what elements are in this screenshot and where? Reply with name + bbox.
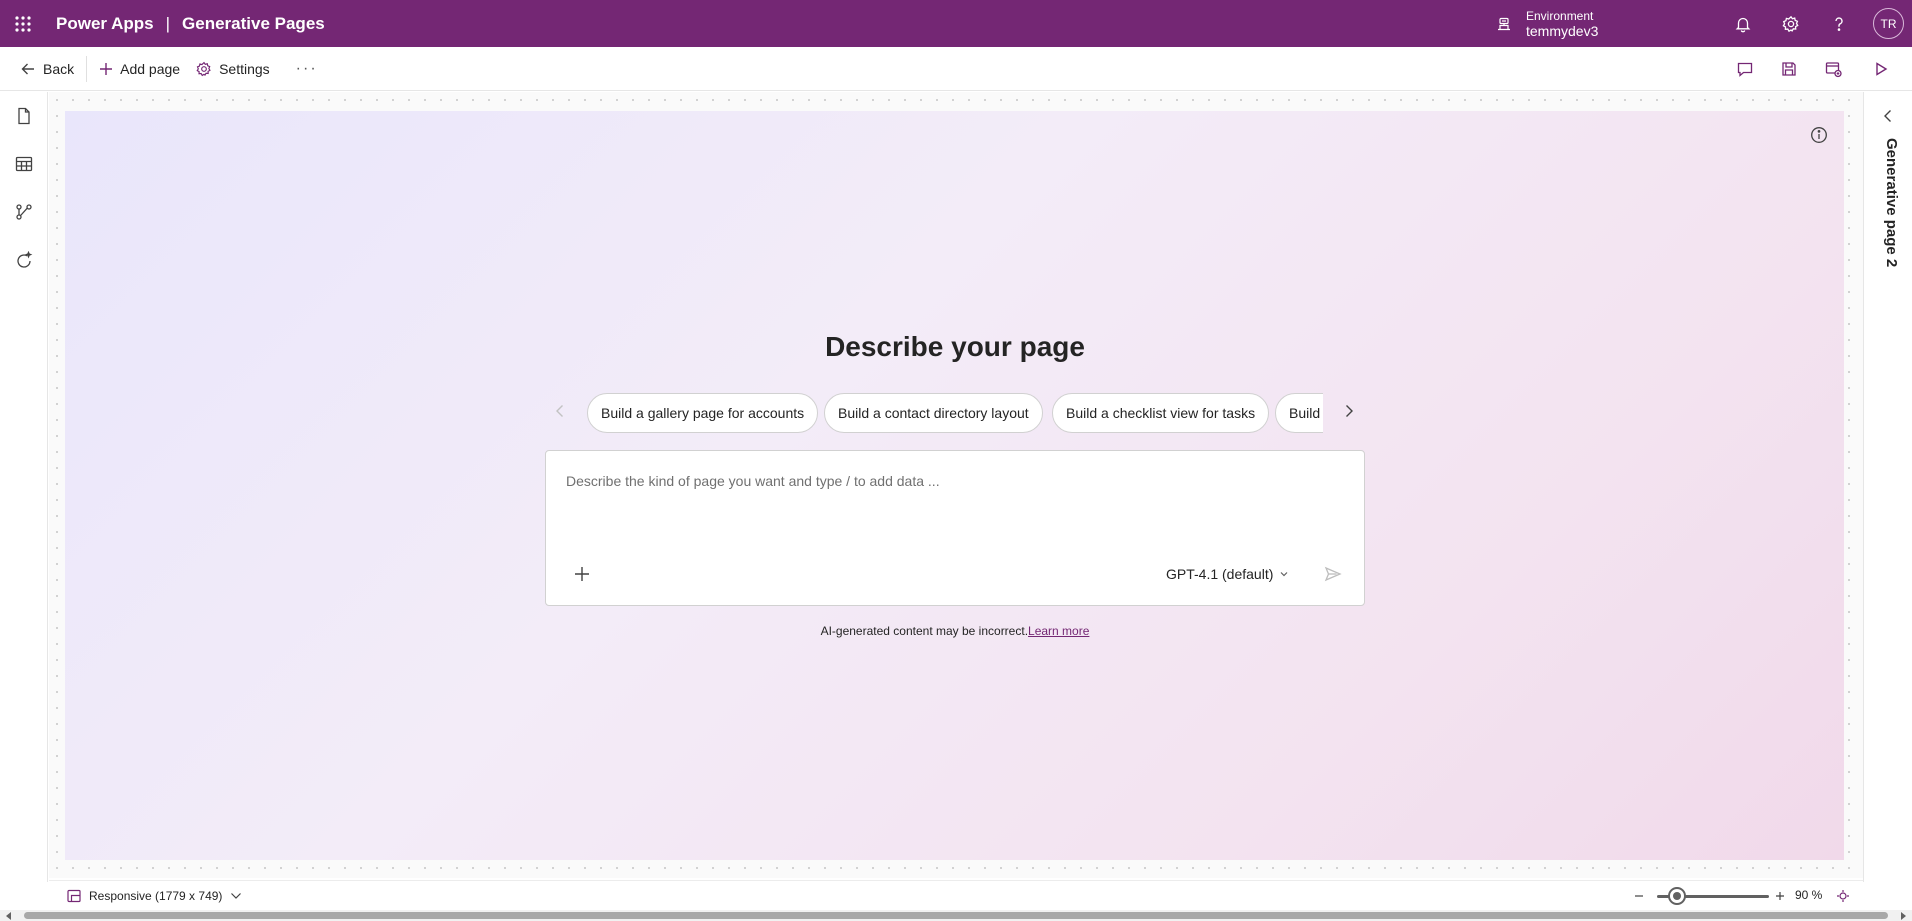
settings-label: Settings: [219, 60, 270, 77]
gear-icon: [196, 61, 219, 77]
zoom-value: 90 %: [1795, 888, 1823, 902]
title-separator: |: [165, 13, 171, 33]
expand-pane-button[interactable]: [1876, 104, 1900, 128]
minus-icon: [1634, 891, 1644, 901]
question-icon: [1831, 15, 1847, 33]
app-name[interactable]: Power Apps: [56, 14, 154, 34]
fit-screen-icon: [1836, 889, 1850, 903]
disclaimer-text: AI-generated content may be incorrect.: [820, 624, 1029, 638]
help-button[interactable]: [1815, 0, 1863, 47]
model-label: GPT-4.1 (default): [1166, 566, 1274, 582]
attach-data-button[interactable]: [571, 563, 593, 585]
environment-label: Environment: [1526, 8, 1594, 23]
chevron-left-icon: [1883, 109, 1893, 123]
save-icon: [1780, 60, 1798, 78]
scroll-left-arrow-icon[interactable]: [4, 911, 14, 921]
flows-button[interactable]: [0, 192, 48, 232]
zoom-out-button[interactable]: [1631, 887, 1647, 905]
gear-icon: [1782, 15, 1800, 33]
environment-icon: [1496, 16, 1512, 32]
save-button[interactable]: [1767, 47, 1811, 91]
ai-disclaimer: AI-generated content may be incorrect.Le…: [545, 624, 1365, 638]
suggestion-chip[interactable]: Build a: [1275, 393, 1323, 433]
suggestion-chips: Build a gallery page for accounts Build …: [587, 393, 1323, 434]
send-icon: [1324, 566, 1342, 582]
zoom-slider-thumb[interactable]: [1668, 887, 1687, 905]
settings-button[interactable]: [1767, 0, 1815, 47]
bell-icon: [1734, 15, 1752, 33]
comment-icon: [1736, 60, 1754, 78]
back-label: Back: [43, 60, 75, 77]
app-header: Power Apps | Generative Pages Environmen…: [0, 0, 1912, 47]
data-button[interactable]: [0, 144, 48, 184]
chevron-down-icon: [1273, 570, 1289, 578]
add-page-label: Add page: [120, 60, 181, 77]
chevron-left-icon: [555, 404, 565, 418]
notifications-button[interactable]: [1719, 0, 1767, 47]
chevron-right-icon: [1344, 404, 1354, 418]
toolbar-divider: [86, 55, 88, 82]
suggestion-chip[interactable]: Build a checklist view for tasks: [1052, 393, 1270, 433]
fit-to-screen-button[interactable]: [1834, 887, 1852, 905]
pages-button[interactable]: [0, 96, 48, 136]
screen-size-selector[interactable]: Responsive (1779 x 749): [67, 887, 250, 905]
plus-icon: [1775, 891, 1785, 901]
responsive-icon: [67, 889, 89, 903]
page-icon: [16, 107, 32, 125]
plus-icon: [574, 566, 590, 582]
comments-button[interactable]: [1723, 47, 1767, 91]
arrow-left-icon: [20, 61, 43, 77]
screen-size-label: Responsive (1779 x 749): [89, 889, 223, 903]
status-bar: Responsive (1779 x 749) 90 %: [49, 880, 1863, 910]
environment-picker[interactable]: Environment temmydev3: [1496, 0, 1598, 47]
pane-title: Generative page 2: [1883, 138, 1900, 268]
copilot-button[interactable]: [0, 240, 48, 280]
scroll-right-arrow-icon[interactable]: [1898, 911, 1908, 921]
page-name: Generative Pages: [182, 13, 325, 33]
zoom-in-button[interactable]: [1772, 887, 1788, 905]
scrollbar-thumb[interactable]: [24, 912, 1888, 919]
suggestions-next-button[interactable]: [1338, 398, 1360, 424]
settings-command[interactable]: Settings: [188, 53, 278, 85]
info-icon: [1810, 126, 1828, 144]
avatar[interactable]: TR: [1873, 8, 1904, 39]
send-button[interactable]: [1321, 563, 1345, 585]
suggestion-chip[interactable]: Build a gallery page for accounts: [587, 393, 819, 433]
environment-name: temmydev3: [1526, 22, 1599, 39]
suggestions-prev-button[interactable]: [549, 398, 571, 424]
model-selector[interactable]: GPT-4.1 (default): [1166, 563, 1289, 585]
left-rail: [0, 92, 48, 882]
suggestion-chip[interactable]: Build a contact directory layout: [824, 393, 1043, 433]
table-icon: [15, 156, 33, 172]
preview-button[interactable]: [1859, 47, 1903, 91]
prompt-input[interactable]: [566, 469, 1326, 493]
publish-icon: [1824, 60, 1842, 78]
add-page-button[interactable]: Add page: [91, 53, 188, 85]
chevron-down-icon: [230, 892, 250, 900]
sparkle-refresh-icon: [15, 251, 33, 269]
app-launcher-icon[interactable]: [0, 0, 46, 47]
command-bar: Back Add page Settings ···: [0, 47, 1912, 91]
play-icon: [1873, 61, 1889, 77]
learn-more-link[interactable]: Learn more: [1028, 624, 1089, 638]
prompt-box: GPT-4.1 (default): [545, 450, 1365, 606]
more-options-button[interactable]: ···: [286, 60, 328, 78]
plus-icon: [99, 62, 120, 76]
page-heading: Describe your page: [825, 331, 1085, 362]
publish-button[interactable]: [1811, 47, 1855, 91]
back-button[interactable]: Back: [12, 53, 82, 85]
info-button[interactable]: [1808, 124, 1830, 146]
flow-icon: [15, 203, 33, 221]
horizontal-scrollbar[interactable]: [0, 910, 1912, 921]
